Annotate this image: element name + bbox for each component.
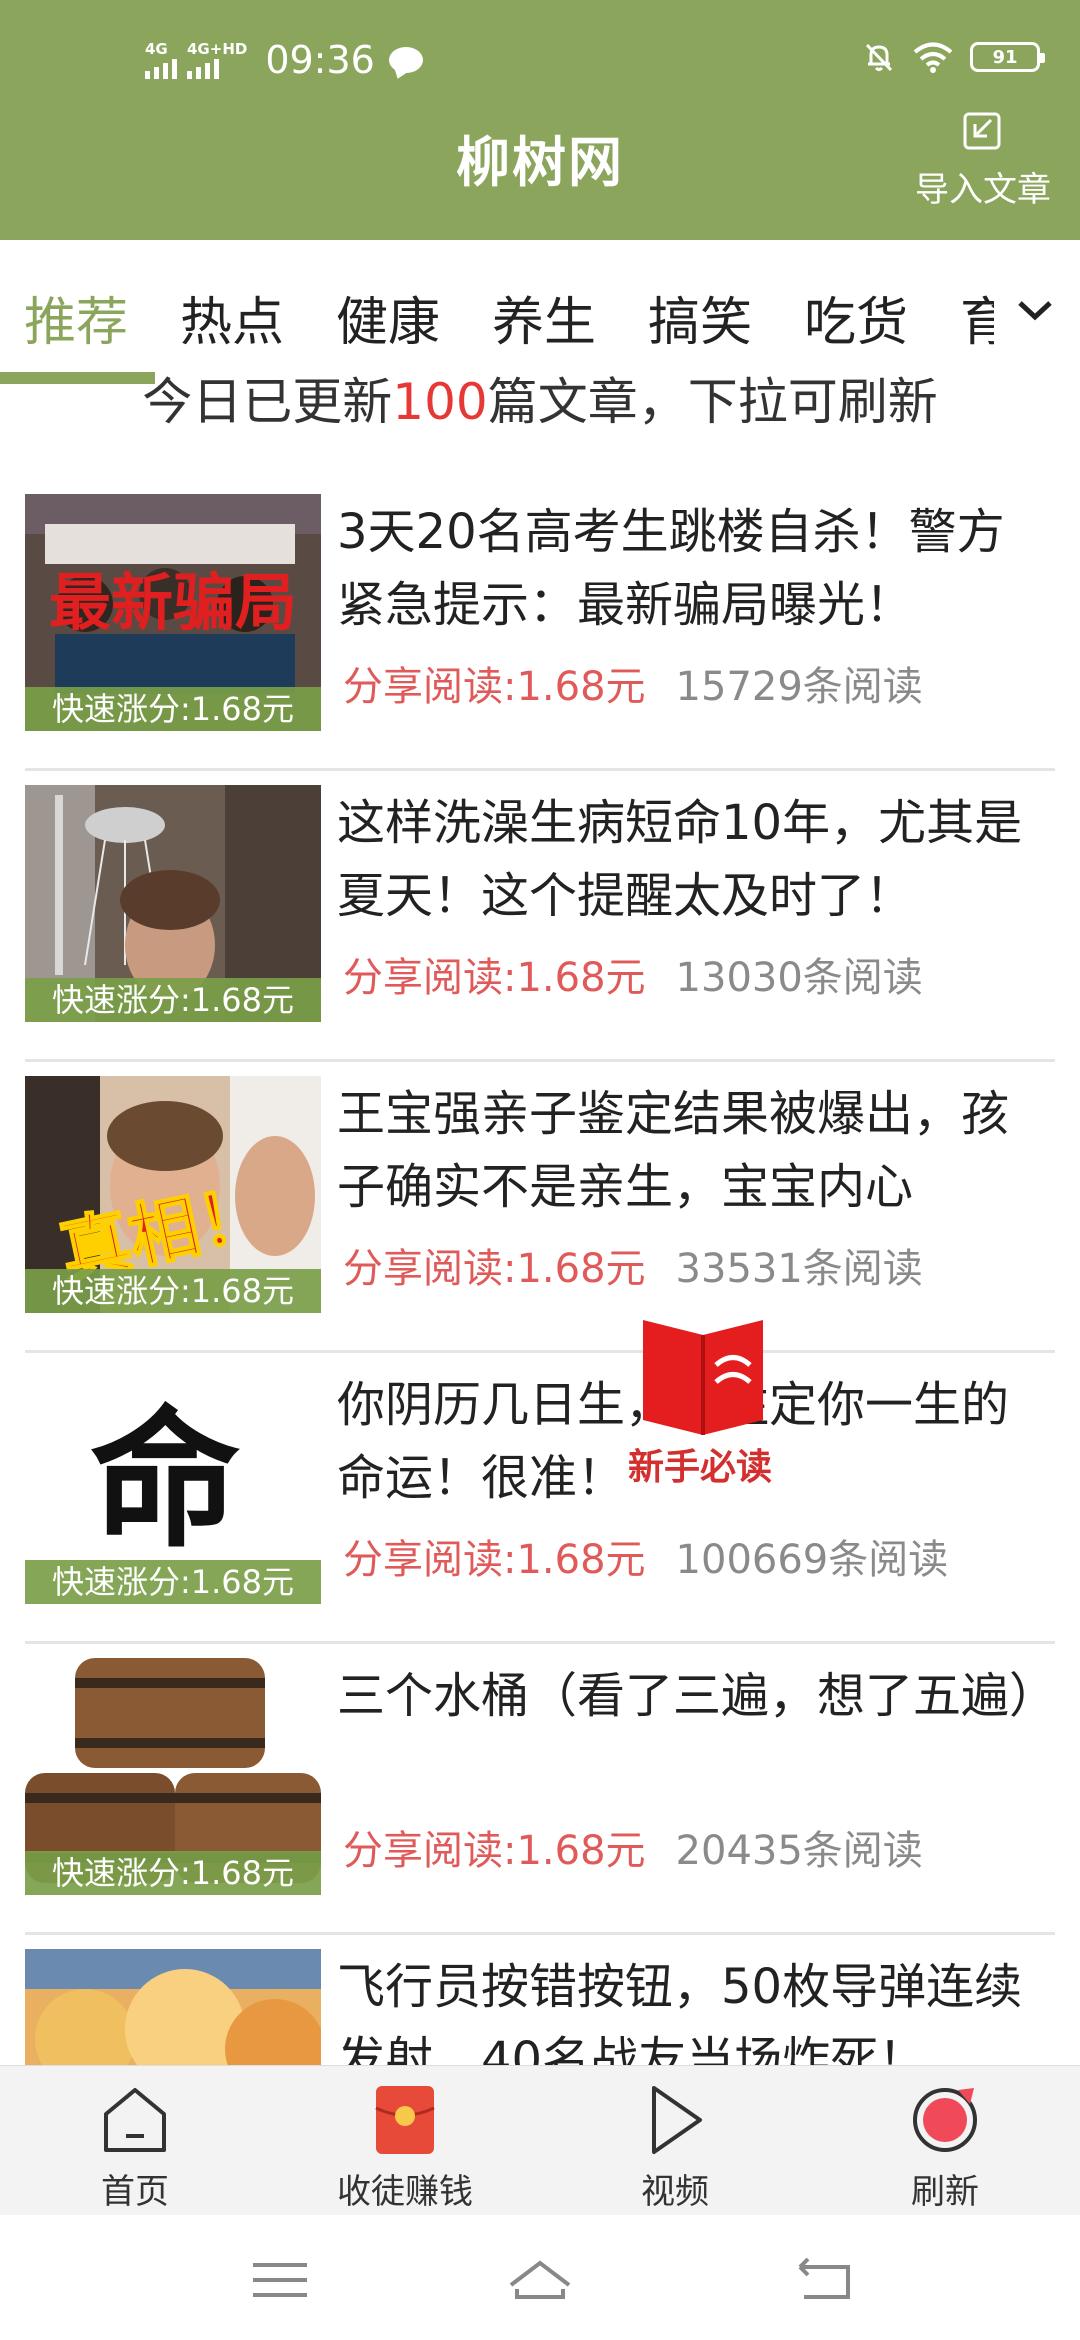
refresh-notice-text: 今日已更新100篇文章，下拉可刷新 — [0, 362, 1080, 425]
battery-level: 91 — [992, 46, 1018, 68]
home-button-icon[interactable] — [505, 2255, 575, 2305]
article-title: 飞行员按错按钮，50枚导弹连续发射，40名战友当场炸死！ — [337, 1959, 1023, 2065]
status-bar: 4G 4G+HD 09:36 91 — [0, 0, 1080, 110]
signal-label: 4G+HD — [187, 39, 248, 58]
category-tabs: 推荐 热点 健康 养生 搞笑 吃货 育 — [0, 240, 1080, 380]
signal-icon: 4G — [145, 39, 177, 79]
play-icon — [652, 2086, 702, 2154]
read-count: 15729条阅读 — [675, 664, 923, 710]
article-meta: 分享阅读:1.68元 33531条阅读 — [343, 1236, 923, 1294]
battery-icon: 91 — [970, 42, 1045, 72]
article-thumbnail: 真相！ 快速涨分:1.68元 — [25, 1076, 321, 1313]
menu-icon[interactable] — [245, 2255, 315, 2305]
refresh-icon — [913, 2088, 977, 2152]
article-thumbnail: 快速涨分:1.68元 — [25, 785, 321, 1022]
mute-bell-icon — [865, 43, 893, 72]
article-title: 3天20名高考生跳楼自杀！警方紧急提示：最新骗局曝光！ — [337, 504, 1005, 633]
nav-recruit-earn[interactable]: 收徒赚钱 — [305, 2066, 505, 2216]
read-count: 33531条阅读 — [675, 1246, 923, 1292]
import-icon — [963, 112, 1001, 150]
tab-recommend[interactable]: 推荐 — [24, 280, 128, 355]
article-list: 最新骗局 快速涨分:1.68元 3天20名高考生跳楼自杀！警方紧急提示：最新骗局… — [0, 470, 1080, 2065]
notice-count: 100 — [392, 373, 488, 425]
chevron-down-icon[interactable] — [1010, 285, 1060, 335]
refresh-notice: 今日已更新100篇文章，下拉可刷新 — [0, 360, 1080, 425]
article-item[interactable]: 快速涨分:1.68元 这样洗澡生病短命10年，尤其是夏天！这个提醒太及时了！ 分… — [25, 771, 1055, 1062]
read-count: 13030条阅读 — [675, 955, 923, 1001]
article-title: 王宝强亲子鉴定结果被爆出，孩子确实不是亲生，宝宝内心 — [337, 1086, 1010, 1215]
status-right: 91 — [862, 40, 1045, 74]
newbie-guide-button[interactable]: 新手必读 — [628, 1310, 778, 1490]
article-item[interactable]: 真相！ 快速涨分:1.68元 王宝强亲子鉴定结果被爆出，孩子确实不是亲生，宝宝内… — [25, 1062, 1055, 1353]
tab-food[interactable]: 吃货 — [804, 280, 908, 355]
article-item[interactable]: 命 快速涨分:1.68元 你阴历几日生，已注定你一生的命运！很准！ 分享阅读:1… — [25, 1353, 1055, 1644]
read-count: 100669条阅读 — [675, 1537, 949, 1583]
article-meta: 分享阅读:1.68元 15729条阅读 — [343, 654, 923, 712]
share-reward: 分享阅读:1.68元 — [343, 664, 646, 710]
chat-icon — [388, 47, 423, 73]
nav-home[interactable]: 首页 — [35, 2066, 235, 2216]
thumbnail-overlay-text: 最新骗局 — [49, 566, 297, 639]
article-thumbnail: 快速涨分:1.68元 — [25, 1658, 321, 1895]
article-meta: 分享阅读:1.68元 13030条阅读 — [343, 945, 923, 1003]
import-label: 导入文章 — [915, 170, 1051, 210]
nav-label: 视频 — [641, 2172, 709, 2212]
nav-label: 收徒赚钱 — [337, 2172, 473, 2212]
nav-label: 首页 — [101, 2172, 169, 2212]
share-reward: 分享阅读:1.68元 — [343, 1828, 646, 1874]
article-item[interactable]: 飞行员按错按钮，50枚导弹连续发射，40名战友当场炸死！ — [25, 1935, 1055, 2065]
tab-parenting[interactable]: 育 — [960, 280, 994, 355]
article-item[interactable]: 快速涨分:1.68元 三个水桶（看了三遍，想了五遍） 分享阅读:1.68元 204… — [25, 1644, 1055, 1935]
share-reward: 分享阅读:1.68元 — [343, 1537, 646, 1583]
reward-badge: 快速涨分:1.68元 — [25, 1560, 321, 1604]
wifi-icon — [913, 42, 953, 73]
nav-refresh[interactable]: 刷新 — [845, 2066, 1045, 2216]
app-header: 4G 4G+HD 09:36 91 柳树网 导入文章 — [0, 0, 1080, 240]
signal-icon: 4G+HD — [187, 39, 248, 79]
article-thumbnail — [25, 1949, 321, 2065]
tab-hot[interactable]: 热点 — [180, 280, 284, 355]
reward-badge: 快速涨分:1.68元 — [25, 1851, 321, 1895]
nav-label: 刷新 — [911, 2172, 979, 2212]
back-icon[interactable] — [790, 2255, 860, 2305]
tab-wellness[interactable]: 养生 — [492, 280, 596, 355]
thumbnail-image — [25, 1949, 321, 2065]
import-article-button[interactable]: 导入文章 — [908, 108, 1058, 211]
share-reward: 分享阅读:1.68元 — [343, 1246, 646, 1292]
system-nav-bar — [0, 2215, 1080, 2340]
article-title: 三个水桶（看了三遍，想了五遍） — [337, 1668, 1052, 1724]
notice-suffix: 篇文章，下拉可刷新 — [487, 373, 938, 425]
newbie-guide-label: 新手必读 — [628, 1447, 773, 1488]
nav-video[interactable]: 视频 — [575, 2066, 775, 2216]
reward-badge: 快速涨分:1.68元 — [25, 1269, 321, 1313]
thumbnail-overlay-text: 命 — [90, 1394, 240, 1568]
article-thumbnail: 命 快速涨分:1.68元 — [25, 1367, 321, 1604]
tab-funny[interactable]: 搞笑 — [648, 280, 752, 355]
clock: 09:36 — [265, 38, 375, 82]
reward-badge: 快速涨分:1.68元 — [25, 687, 321, 731]
bottom-nav: 首页 收徒赚钱 视频 刷新 — [0, 2065, 1080, 2215]
article-thumbnail: 最新骗局 快速涨分:1.68元 — [25, 494, 321, 731]
article-meta: 分享阅读:1.68元 100669条阅读 — [343, 1527, 948, 1585]
red-book-icon — [643, 1320, 763, 1435]
article-title: 这样洗澡生病短命10年，尤其是夏天！这个提醒太及时了！ — [337, 795, 1023, 924]
home-icon — [104, 2088, 166, 2152]
red-envelope-icon — [375, 2086, 435, 2154]
status-left: 4G 4G+HD 09:36 — [145, 38, 423, 82]
signal-label: 4G — [145, 39, 168, 58]
read-count: 20435条阅读 — [675, 1828, 923, 1874]
article-meta: 分享阅读:1.68元 20435条阅读 — [343, 1818, 923, 1876]
article-item[interactable]: 最新骗局 快速涨分:1.68元 3天20名高考生跳楼自杀！警方紧急提示：最新骗局… — [25, 480, 1055, 771]
reward-badge: 快速涨分:1.68元 — [25, 978, 321, 1022]
notice-prefix: 今日已更新 — [142, 373, 393, 425]
share-reward: 分享阅读:1.68元 — [343, 955, 646, 1001]
tab-health[interactable]: 健康 — [336, 280, 440, 355]
